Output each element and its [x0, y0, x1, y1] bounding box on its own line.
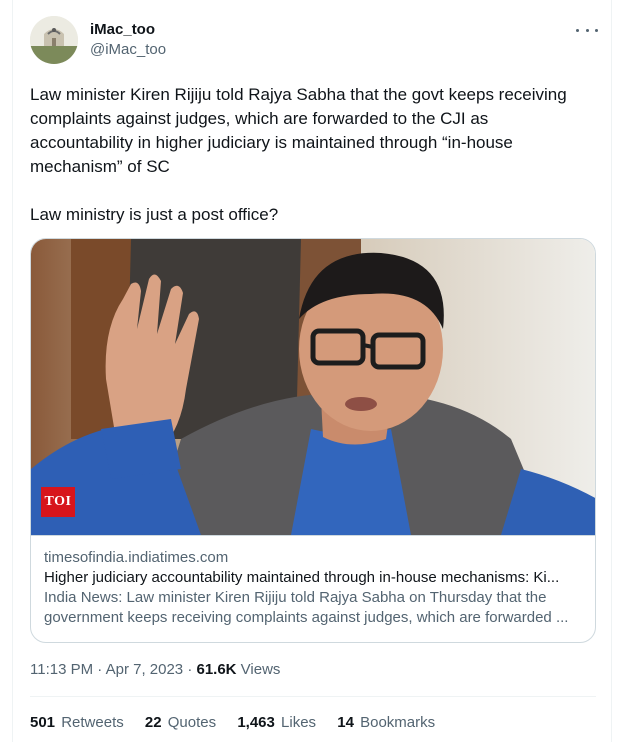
dot — [595, 28, 598, 32]
author-display-name[interactable]: iMac_too — [90, 20, 166, 40]
tweet-text-question: Law ministry is just a post office? — [30, 205, 279, 224]
quotes-stat[interactable]: 22 Quotes — [145, 713, 216, 733]
likes-label: Likes — [281, 714, 317, 731]
card-title: Higher judiciary accountability maintain… — [44, 569, 560, 586]
retweets-stat[interactable]: 501 Retweets — [30, 713, 124, 733]
card-photo — [31, 239, 595, 535]
views-count[interactable]: 61.6K — [196, 661, 236, 678]
retweets-count: 501 — [30, 714, 56, 731]
toi-badge: TOI — [41, 487, 75, 517]
quotes-count: 22 — [144, 714, 162, 731]
dot — [585, 28, 589, 32]
card-description: India News: Law minister Kiren Rijiju to… — [44, 589, 569, 626]
quotes-label: Quotes — [167, 714, 217, 731]
likes-count: 1,463 — [237, 714, 275, 731]
avatar-image — [30, 16, 78, 64]
card-body[interactable]: timesofindia.indiatimes.com Higher judic… — [31, 535, 595, 642]
retweets-label: Retweets — [61, 714, 124, 731]
tweet-text: Law minister Kiren Rijiju told Rajya Sab… — [30, 85, 567, 176]
more-horizontal-icon[interactable] — [576, 22, 598, 38]
divider — [30, 696, 596, 697]
avatar[interactable] — [30, 16, 78, 64]
bookmarks-count: 14 — [337, 714, 354, 731]
link-preview-card[interactable]: TOI timesofindia.indiatimes.com Higher j… — [30, 238, 596, 643]
views-label: Views — [236, 661, 281, 678]
card-image[interactable]: TOI — [31, 239, 595, 535]
engagement-stats: 501 Retweets 22 Quotes 1,463 Likes 14 Bo… — [30, 713, 452, 733]
tweet-timestamp[interactable]: 11:13 PM · Apr 7, 2023 · — [30, 661, 196, 678]
bookmarks-label: Bookmarks — [360, 714, 436, 731]
likes-stat[interactable]: 1,463 Likes — [237, 713, 316, 733]
author-handle[interactable]: @iMac_too — [90, 40, 166, 60]
card-domain: timesofindia.indiatimes.com — [44, 549, 229, 566]
dot — [576, 28, 579, 32]
bookmarks-stat[interactable]: 14 Bookmarks — [337, 713, 435, 733]
author-names: iMac_too @iMac_too — [90, 20, 166, 60]
tweet-meta: 11:13 PM · Apr 7, 2023 · 61.6K Views — [30, 660, 280, 680]
